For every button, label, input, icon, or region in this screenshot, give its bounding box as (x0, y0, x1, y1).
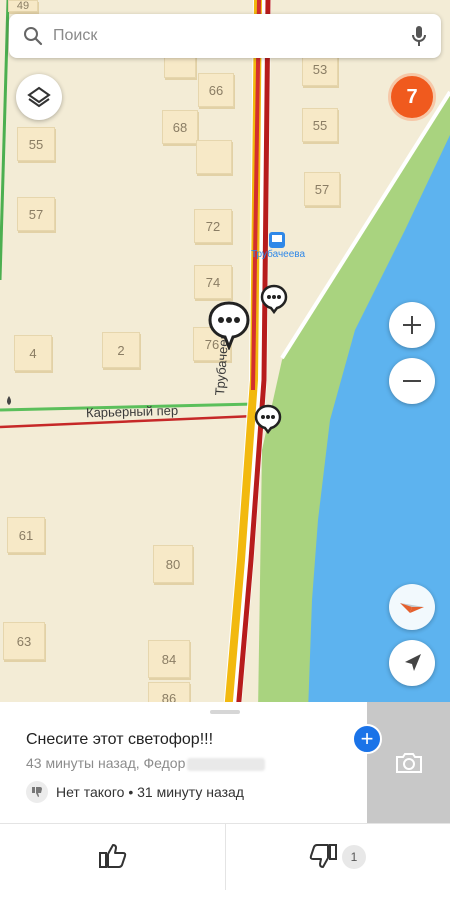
dislike-count-badge: 1 (342, 845, 366, 869)
sheet-drag-handle[interactable] (210, 710, 240, 714)
event-meta: 43 минуты назад, Федор (26, 755, 266, 771)
building: 66 (198, 73, 234, 107)
building: 57 (17, 197, 55, 231)
building: 63 (3, 622, 45, 660)
map-view[interactable]: 49 53 66 68 55 55 57 57 72 74 76 4 2 61 … (0, 0, 450, 712)
thumbs-down-icon (308, 842, 338, 870)
location-arrow-icon (401, 652, 423, 674)
building: 55 (302, 108, 338, 142)
building: 80 (153, 545, 193, 583)
traffic-level-button[interactable]: 7 (388, 73, 436, 121)
building: 72 (194, 209, 232, 243)
add-photo-area[interactable] (367, 702, 450, 823)
building: 61 (7, 517, 45, 553)
search-bar[interactable]: Поиск (9, 14, 441, 58)
building: 2 (102, 332, 140, 368)
zoom-out-button[interactable] (389, 358, 435, 404)
zoom-in-button[interactable] (389, 302, 435, 348)
building: 57 (304, 172, 340, 206)
event-title: Снесите этот светофор!!! (26, 731, 214, 748)
event-reply: Нет такого • 31 минуту назад (26, 781, 244, 803)
microphone-icon[interactable] (411, 25, 427, 47)
compass-button[interactable] (389, 584, 435, 630)
building: 55 (17, 127, 55, 161)
building: 68 (162, 110, 198, 144)
reply-text: Нет такого • 31 минуту назад (56, 784, 244, 800)
thumbs-up-icon (98, 842, 128, 870)
compass-icon (398, 597, 426, 617)
road-event-chat-icon[interactable] (260, 284, 288, 319)
building: 84 (148, 640, 190, 678)
author-surname-blurred (187, 757, 266, 771)
event-time-author: 43 минуты назад, Федор (26, 755, 186, 771)
plus-icon: + (360, 726, 374, 751)
search-input[interactable]: Поиск (53, 27, 97, 45)
road-event-chat-icon[interactable] (208, 300, 250, 355)
divider (225, 824, 226, 890)
building (196, 140, 232, 174)
building: 74 (194, 265, 232, 299)
thumbs-down-icon (26, 781, 48, 803)
like-button[interactable] (98, 842, 128, 870)
dislike-button[interactable] (308, 842, 338, 870)
add-comment-button[interactable]: + (352, 724, 382, 754)
plus-icon (401, 314, 423, 336)
street-label-side: Карьерный пер (85, 402, 179, 421)
minus-icon (401, 370, 423, 392)
road-event-chat-icon[interactable] (254, 404, 282, 439)
building: 49 (8, 0, 38, 12)
my-location-button[interactable] (389, 640, 435, 686)
search-icon (23, 26, 43, 46)
layers-button[interactable] (16, 74, 62, 120)
camera-icon (394, 751, 424, 775)
layers-icon (26, 85, 52, 109)
building: 4 (14, 335, 52, 371)
bus-stop-label: Трубачеева (251, 249, 306, 260)
